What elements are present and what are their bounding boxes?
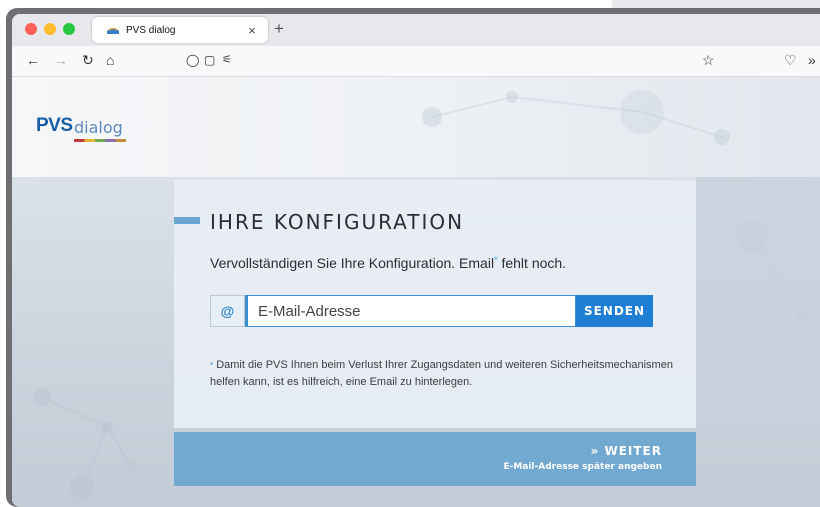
- browser-inner: PVS dialog × + ← → ↻ ⌂ ◯ ▢ ⚟ ☆ ♡ » PVS d…: [12, 14, 820, 507]
- instruction-text: Vervollständigen Sie Ihre Konfiguration.…: [210, 255, 566, 271]
- pocket-icon[interactable]: ♡: [784, 52, 797, 68]
- pvs-favicon-icon: [107, 27, 119, 34]
- forward-arrow-icon[interactable]: →: [54, 52, 68, 68]
- title-accent-bar: [174, 217, 200, 224]
- permissions-icon[interactable]: ⚟: [222, 52, 232, 68]
- logo-pvs: PVS: [36, 115, 73, 136]
- home-icon[interactable]: ⌂: [106, 52, 114, 68]
- tab-title: PVS dialog: [126, 24, 176, 36]
- header-band: PVS dialog: [12, 77, 820, 177]
- page-info-icon[interactable]: ▢: [204, 52, 215, 68]
- close-window-button[interactable]: [25, 23, 37, 35]
- navigation-toolbar: ← → ↻ ⌂ ◯ ▢ ⚟ ☆ ♡ »: [12, 46, 820, 77]
- logo-color-stripe: [74, 139, 126, 142]
- skip-email-link[interactable]: E-Mail-Adresse später angeben: [503, 462, 662, 472]
- overflow-menu-icon[interactable]: »: [808, 52, 816, 68]
- at-sign-icon: @: [210, 295, 245, 327]
- send-button[interactable]: SENDEN: [576, 295, 653, 327]
- back-arrow-icon[interactable]: ←: [26, 52, 40, 68]
- page-content: PVS dialog IHRE KONFIGURATION Vervollstä…: [12, 77, 820, 507]
- minimize-window-button[interactable]: [44, 23, 56, 35]
- email-input-group: @ SENDEN: [210, 295, 655, 327]
- footnote-text: Damit die PVS Ihnen beim Verlust Ihrer Z…: [210, 359, 673, 388]
- tracking-shield-icon[interactable]: ◯: [186, 52, 199, 68]
- right-decoration-block: [696, 177, 820, 432]
- bookmark-star-icon[interactable]: ☆: [702, 52, 715, 68]
- footnote-asterisk: *: [210, 361, 214, 370]
- instruction-text-start: Vervollständigen Sie Ihre Konfiguration.…: [210, 255, 495, 271]
- continue-link[interactable]: » WEITER: [591, 444, 662, 458]
- tab-close-icon[interactable]: ×: [242, 23, 262, 38]
- page-title: IHRE KONFIGURATION: [210, 210, 465, 234]
- tab-pvs-dialog[interactable]: PVS dialog ×: [92, 17, 268, 43]
- footer-bar: » WEITER E-Mail-Adresse später angeben: [174, 432, 696, 486]
- maximize-window-button[interactable]: [63, 23, 75, 35]
- footnote: * Damit die PVS Ihnen beim Verlust Ihrer…: [210, 357, 680, 391]
- tab-bar: PVS dialog × +: [12, 14, 820, 46]
- instruction-text-end: fehlt noch.: [497, 255, 567, 271]
- molecule-decoration: [422, 90, 730, 145]
- new-tab-icon[interactable]: +: [274, 20, 284, 38]
- reload-icon[interactable]: ↻: [82, 52, 94, 68]
- logo-dialog: dialog: [74, 118, 123, 137]
- email-field[interactable]: [245, 295, 576, 327]
- browser-window: PVS dialog × + ← → ↻ ⌂ ◯ ▢ ⚟ ☆ ♡ » PVS d…: [6, 8, 820, 507]
